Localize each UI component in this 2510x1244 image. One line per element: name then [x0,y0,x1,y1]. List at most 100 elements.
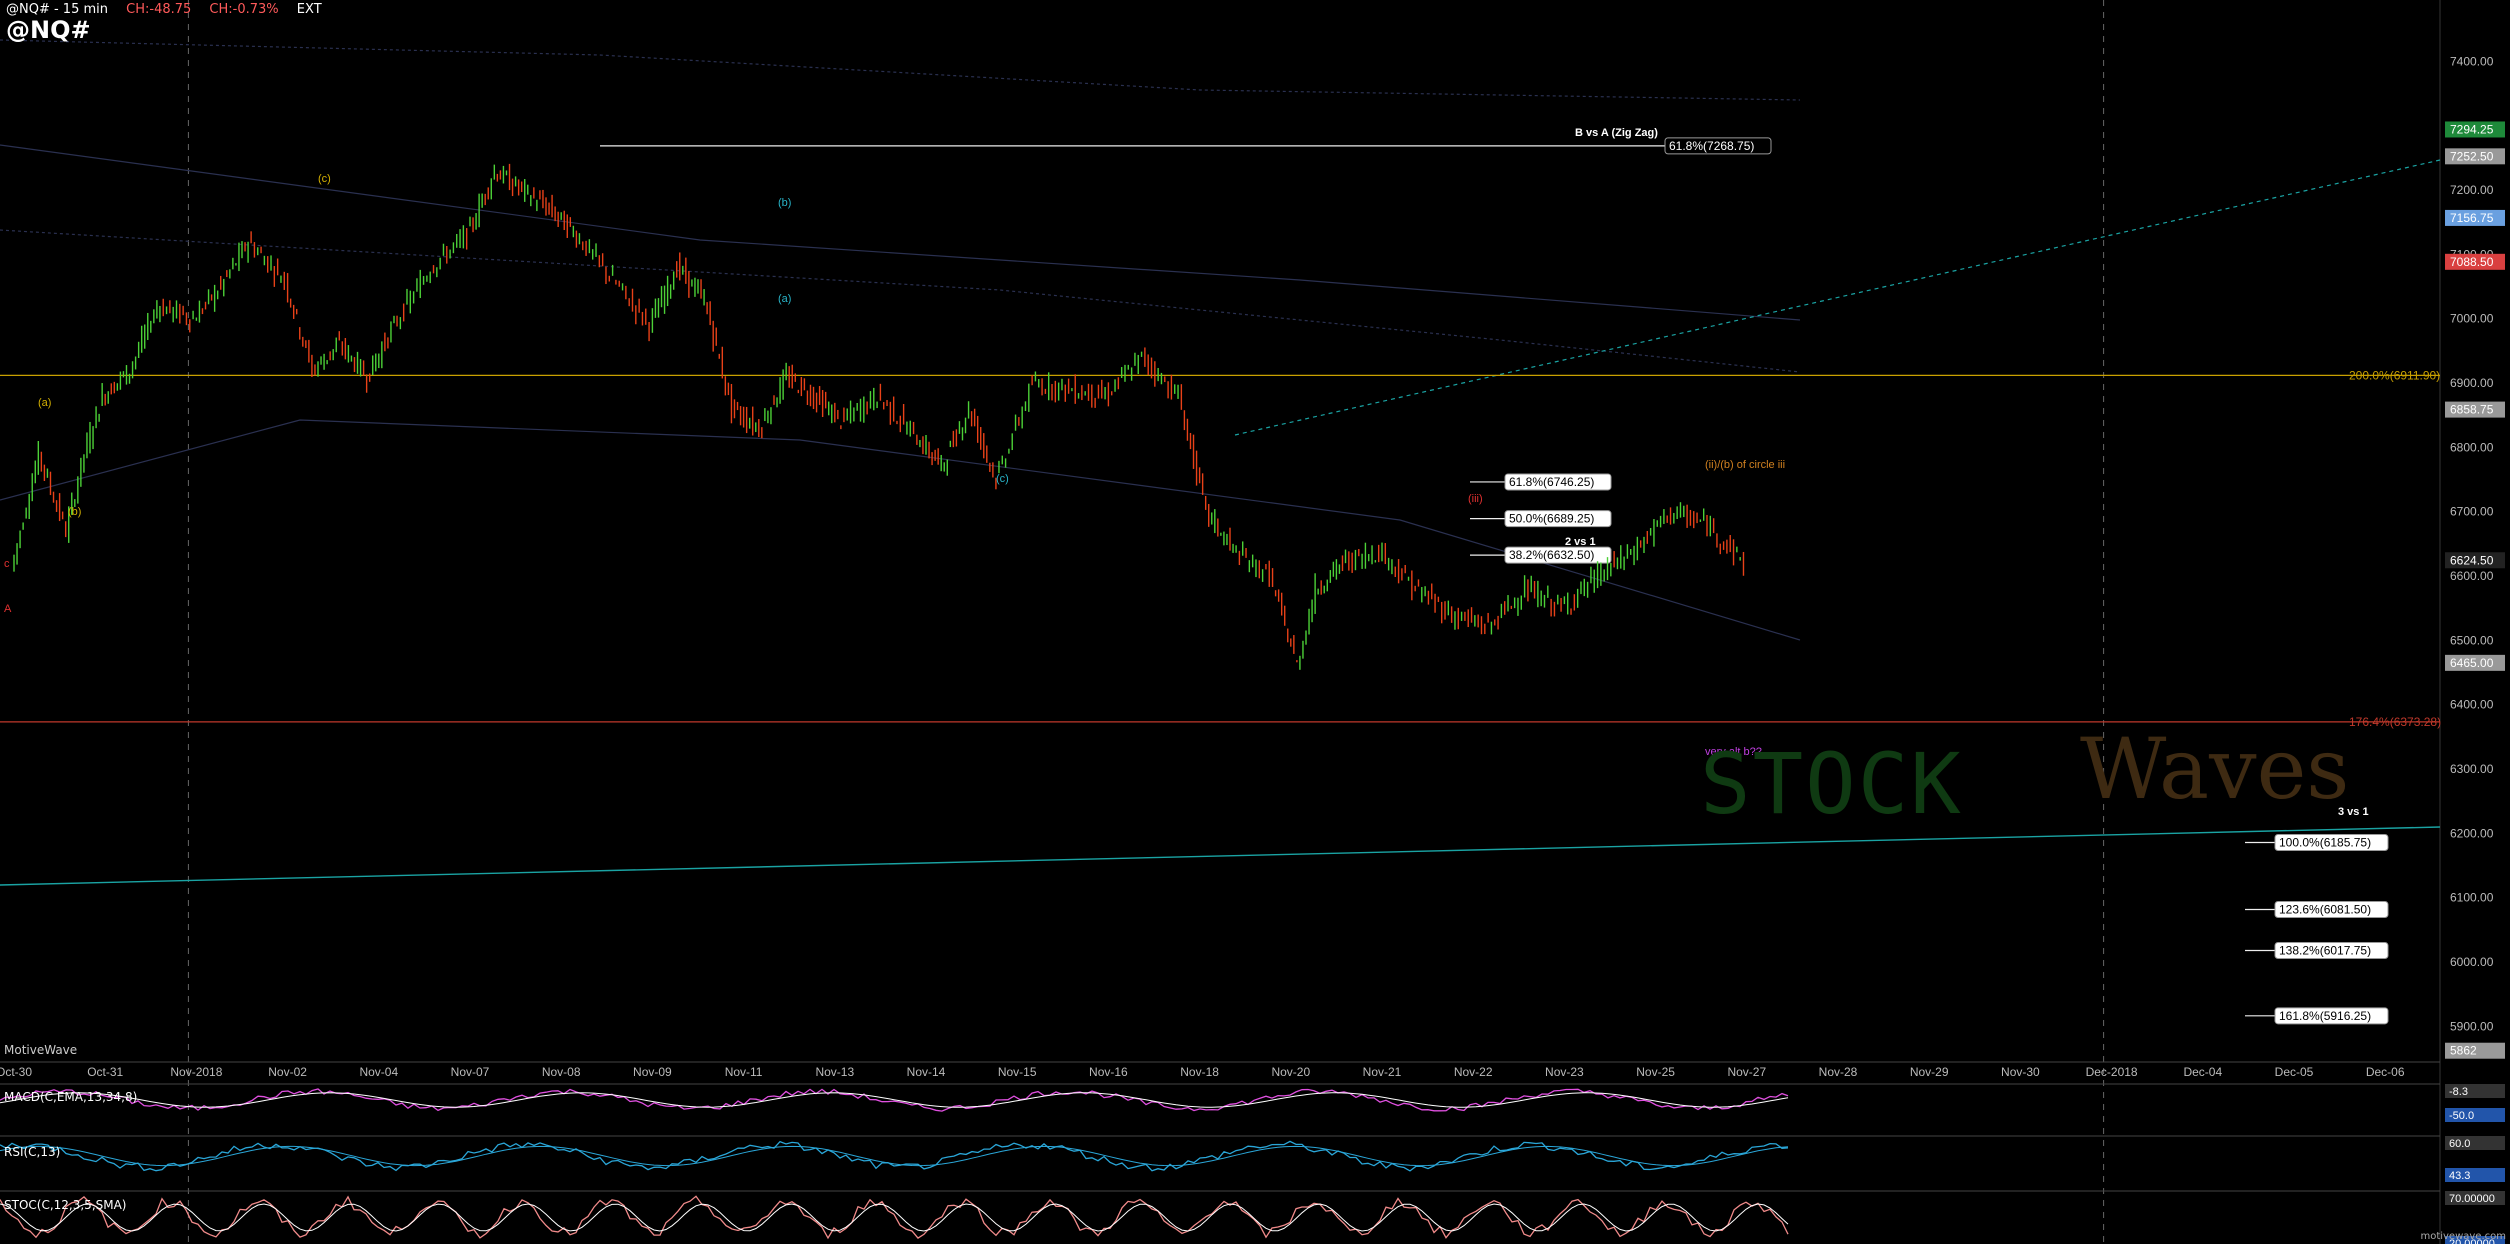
y-tick-label: 6800.00 [2450,440,2494,454]
watermark-waves: Waves [2080,720,2350,818]
platform-label: MotiveWave [4,1043,78,1057]
x-tick-label: Nov-11 [725,1065,763,1079]
x-tick-label: Nov-02 [268,1065,307,1079]
x-tick-label: Nov-22 [1454,1065,1493,1079]
change-abs: CH:-48.75 [126,2,192,17]
price-tag-label: 7088.50 [2450,255,2494,269]
x-tick-label: Nov-28 [1819,1065,1858,1079]
x-tick-label: Nov-16 [1089,1065,1128,1079]
x-tick-label: Nov-09 [633,1065,672,1079]
x-tick-label: Nov-14 [907,1065,946,1079]
wave-annotation: (a) [38,397,51,409]
indicator-signal-line [0,1203,1789,1232]
change-pct: CH:-0.73% [209,2,279,17]
symbol-label: @NQ# [6,16,91,44]
y-tick-label: 7200.00 [2450,183,2494,197]
channel-curve [0,419,1801,641]
wave-annotation: A [4,603,12,615]
x-tick-label: Oct-30 [0,1065,32,1079]
price-tag-label: 7252.50 [2450,149,2494,163]
wave-annotation: (iii) [1468,493,1483,505]
fib-level-label: 100.0%(6185.75) [2279,835,2371,849]
wave-annotation: (a) [778,293,791,305]
indicator-line [0,1140,1789,1172]
fib-level-label: 161.8%(5916.25) [2279,1009,2371,1023]
x-tick-label: Oct-31 [87,1065,123,1079]
fib-level-label: 38.2%(6632.50) [1509,548,1594,562]
indicator-line [0,1195,1789,1240]
x-tick-label: Nov-27 [1727,1065,1766,1079]
wave-annotation: B vs A (Zig Zag) [1575,127,1658,139]
x-tick-label: Nov-07 [451,1065,490,1079]
channel-curve [0,144,1801,321]
x-tick-label: Dec-05 [2275,1065,2314,1079]
price-chart[interactable]: 5900.00 6000.00 6100.00 6200.00 6300.00 6400.… [0,0,2510,1244]
x-tick-label: Nov-25 [1636,1065,1675,1079]
indicator-value: 70.00000 [2449,1193,2495,1205]
footer-brand: motivewave.com [2420,1231,2506,1242]
macd-label: MACD(C,EMA,13,34,8) [4,1090,138,1104]
y-tick-label: 6100.00 [2450,891,2494,905]
fib-level-label: 138.2%(6017.75) [2279,944,2371,958]
y-tick-label: 7400.00 [2450,54,2494,68]
y-tick-label: 6000.00 [2450,955,2494,969]
fib-level-label: 200.0%(6911.90) [2349,368,2440,382]
wave-annotation: 2 vs 1 [1565,536,1596,548]
x-tick-label: Nov-30 [2001,1065,2040,1079]
x-tick-label: Nov-18 [1180,1065,1219,1079]
x-tick-label: Nov-15 [998,1065,1037,1079]
indicator-value: 60.0 [2449,1138,2470,1150]
x-tick-label: Nov-13 [815,1065,854,1079]
y-tick-label: 6900.00 [2450,376,2494,390]
indicator-value: -50.0 [2449,1110,2474,1122]
x-tick-label: Nov-21 [1363,1065,1402,1079]
x-tick-label: Nov-20 [1271,1065,1310,1079]
x-tick-label: Nov-23 [1545,1065,1584,1079]
rsi-label: RSI(C,13) [4,1145,61,1159]
fib-level-label: 61.8%(7268.75) [1669,139,1754,153]
y-tick-label: 6600.00 [2450,569,2494,583]
trend-line-lower [0,826,2441,886]
price-tag-label: 5862 [2450,1044,2477,1058]
y-tick-label: 6300.00 [2450,762,2494,776]
chart-title: @NQ# - 15 min [6,2,108,17]
y-tick-label: 6500.00 [2450,633,2494,647]
chart-header: @NQ# - 15 min CH:-48.75 CH:-0.73% EXT [6,2,336,17]
price-tag-label: 7156.75 [2450,211,2494,225]
y-tick-label: 6700.00 [2450,505,2494,519]
watermark-stock: STOCK [1700,735,1963,833]
price-tag-label: 7294.25 [2450,122,2494,136]
wave-annotation: (b) [778,197,791,209]
fib-level-label: 123.6%(6081.50) [2279,903,2371,917]
trend-line-upper [1234,159,2441,436]
price-tag-label: 6465.00 [2450,656,2494,670]
indicator-signal-line [0,1145,1789,1167]
stoc-label: STOC(C,12,3,5,SMA) [4,1198,127,1212]
wave-annotation: c [4,558,10,570]
fib-level-label: 176.4%(6373.28) [2349,715,2441,729]
wave-annotation: (ii)/(b) of circle iii [1705,459,1785,471]
session-label: EXT [296,2,322,17]
fib-level-label: 61.8%(6746.25) [1509,475,1594,489]
y-tick-label: 5900.00 [2450,1019,2494,1033]
wave-annotation: (b) [68,506,81,518]
wave-annotation: (c) [996,473,1009,485]
y-tick-label: 7000.00 [2450,312,2494,326]
x-tick-label: Nov-08 [542,1065,581,1079]
indicator-value: 43.3 [2449,1170,2470,1182]
x-tick-label: Dec-2018 [2086,1065,2138,1079]
fib-level-label: 50.0%(6689.25) [1509,512,1594,526]
price-tag-label: 6624.50 [2450,553,2494,567]
x-tick-label: Dec-04 [2183,1065,2222,1079]
x-tick-label: Nov-2018 [170,1065,222,1079]
channel-curve [0,229,1801,373]
indicator-value: -8.3 [2449,1086,2468,1098]
channel-curve [0,39,1801,101]
price-tag-label: 6858.75 [2450,403,2494,417]
x-tick-label: Nov-29 [1910,1065,1949,1079]
wave-annotation: (c) [318,173,331,185]
x-tick-label: Nov-04 [359,1065,398,1079]
y-tick-label: 6400.00 [2450,698,2494,712]
indicator-signal-line [0,1092,1789,1108]
y-tick-label: 6200.00 [2450,826,2494,840]
